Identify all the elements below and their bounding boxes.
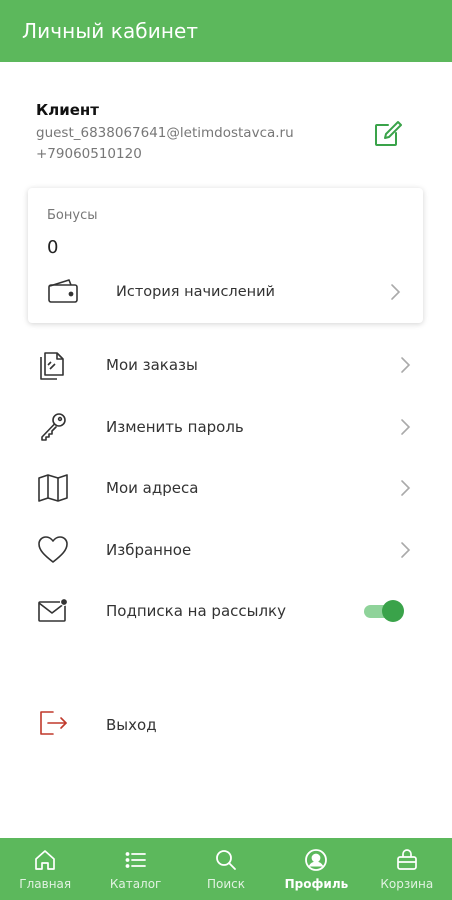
bonus-history-label: История начислений	[116, 284, 275, 300]
search-icon	[216, 850, 236, 870]
edit-icon	[375, 121, 402, 146]
menu-item-addresses[interactable]: Мои адреса	[0, 457, 452, 519]
mail-icon	[38, 597, 69, 622]
edit-profile-button[interactable]	[371, 118, 403, 150]
nav-label: Каталог	[109, 877, 162, 891]
bonus-value: 0	[47, 237, 59, 258]
list-icon	[125, 852, 146, 868]
bonus-label: Бонусы	[47, 208, 98, 223]
newsletter-toggle[interactable]	[362, 600, 404, 622]
menu-label: Подписка на рассылку	[106, 602, 286, 620]
nav-catalog[interactable]: Каталог	[90, 838, 180, 900]
heart-icon	[38, 535, 68, 563]
menu-item-favorites[interactable]: Избранное	[0, 519, 452, 581]
chevron-right-icon	[401, 480, 411, 496]
nav-label: Поиск	[207, 877, 246, 891]
profile-icon	[305, 849, 328, 871]
key-icon	[41, 412, 66, 441]
nav-label: Главная	[19, 877, 72, 891]
nav-label: Корзина	[380, 877, 434, 891]
toggle-knob	[382, 600, 404, 622]
nav-basket[interactable]: Корзина	[362, 838, 452, 900]
chevron-right-icon	[401, 541, 411, 558]
user-name: Клиент	[36, 101, 99, 119]
map-icon	[38, 474, 68, 502]
user-email: guest_6838067641@letimdostavca.ru	[36, 125, 294, 141]
menu-label: Изменить пароль	[106, 417, 244, 436]
home-icon	[35, 850, 56, 870]
menu-label: Мои адреса	[106, 479, 199, 497]
bonus-history-link[interactable]: История начислений	[28, 276, 423, 310]
basket-icon	[396, 849, 417, 870]
chevron-right-icon	[391, 284, 401, 300]
bonus-card: Бонусы 0 История начислений	[28, 188, 423, 323]
menu-item-orders[interactable]: Мои заказы	[0, 334, 452, 396]
menu-item-newsletter: Подписка на рассылку	[0, 580, 452, 642]
chevron-right-icon	[401, 357, 411, 373]
menu-label: Избранное	[106, 540, 192, 559]
nav-search[interactable]: Поиск	[181, 838, 271, 900]
user-info: Клиент guest_6838067641@letimdostavca.ru…	[36, 101, 336, 162]
nav-profile[interactable]: Профиль	[271, 838, 361, 900]
page-title: Личный кабинет	[22, 19, 199, 43]
menu-item-change-password[interactable]: Изменить пароль	[0, 396, 452, 458]
chevron-right-icon	[401, 418, 411, 435]
logout-button[interactable]: Выход	[0, 694, 452, 754]
menu-label: Мои заказы	[106, 356, 198, 374]
nav-home[interactable]: Главная	[0, 838, 90, 900]
orders-icon	[40, 352, 64, 380]
wallet-icon	[48, 279, 78, 303]
profile-menu: Мои заказы Изменить пароль Мои адреса Из…	[0, 334, 452, 642]
logout-icon	[40, 711, 67, 735]
user-phone: +79060510120	[36, 146, 142, 162]
nav-label: Профиль	[284, 877, 349, 891]
app-header: Личный кабинет	[0, 0, 452, 62]
logout-label: Выход	[106, 716, 157, 734]
bottom-navigation: Главная Каталог Поиск Профиль Корзина	[0, 838, 452, 900]
